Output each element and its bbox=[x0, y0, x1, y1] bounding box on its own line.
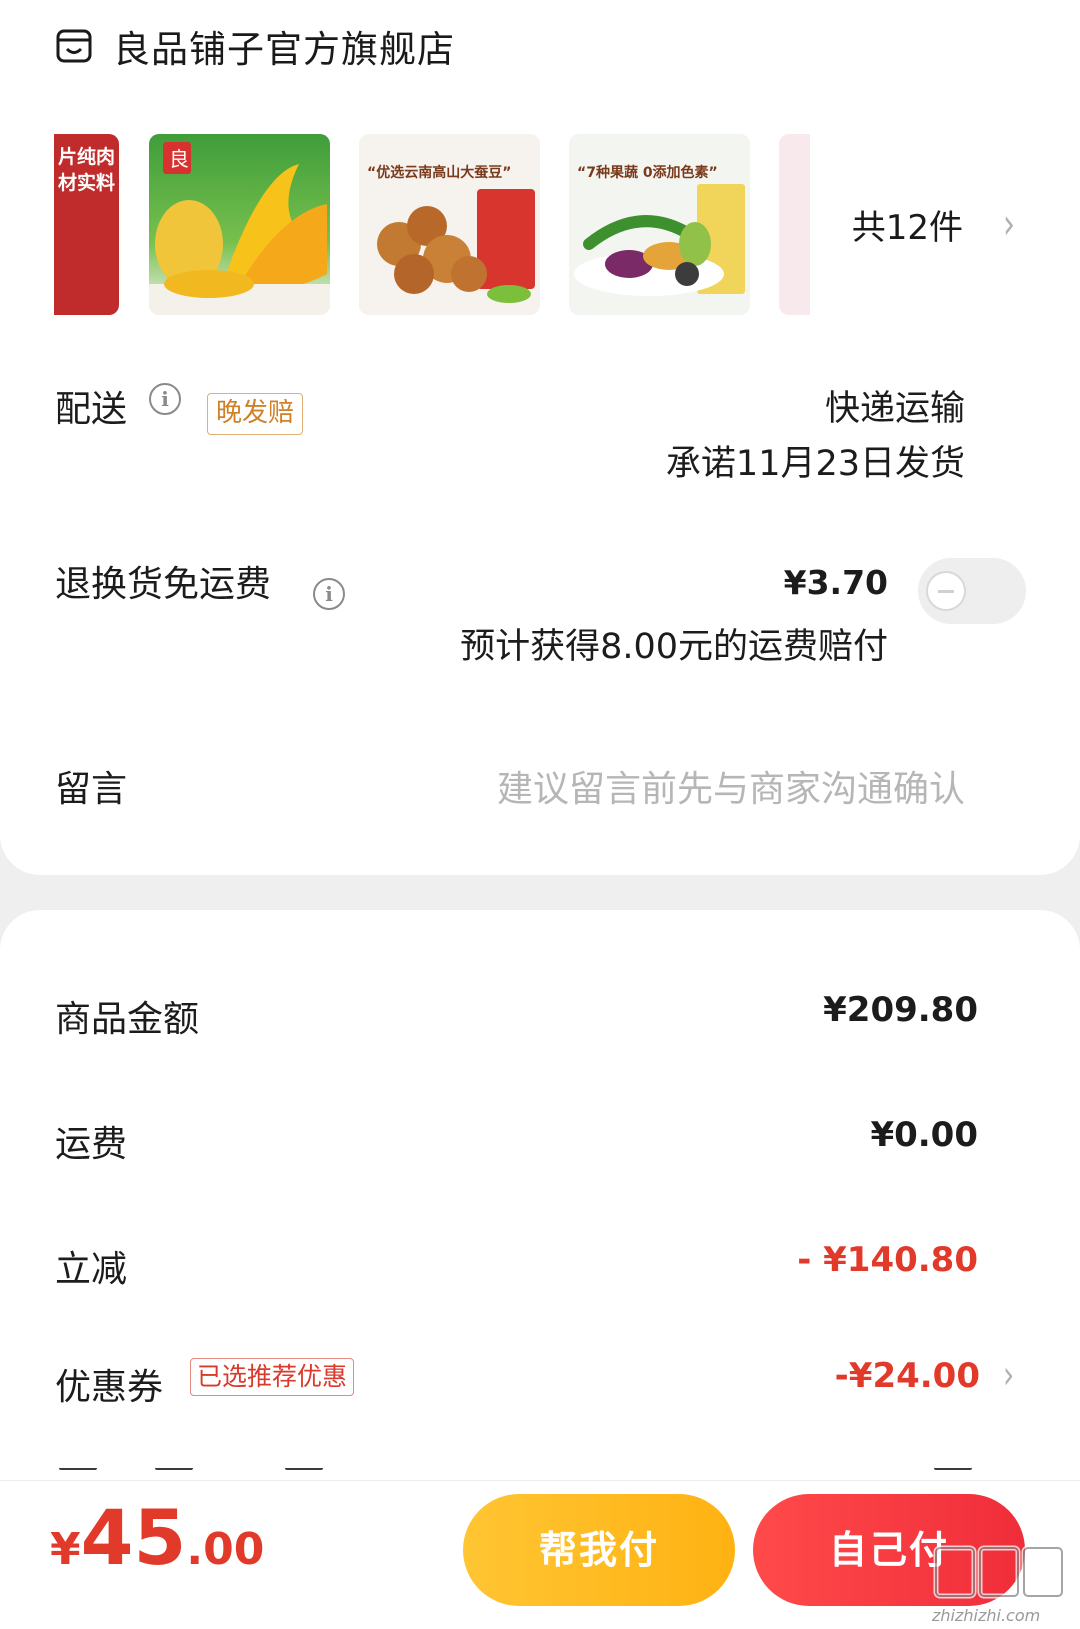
delivery-label: 配送 bbox=[55, 389, 128, 430]
instant-discount-label: 立减 bbox=[55, 1249, 128, 1290]
product-thumb[interactable]: 片纯肉 材实料 bbox=[54, 134, 119, 315]
message-label: 留言 bbox=[55, 769, 128, 810]
message-input[interactable]: 建议留言前先与商家沟通确认 bbox=[497, 760, 965, 812]
bottom-pay-bar: ¥45.00 帮我付 自己付 bbox=[0, 1480, 1080, 1629]
shop-name: 良品铺子官方旗舰店 bbox=[113, 28, 455, 71]
instant-discount-value: - ¥140.80 bbox=[797, 1240, 978, 1280]
veggie-chips-image bbox=[574, 184, 745, 296]
info-icon[interactable]: i bbox=[313, 578, 345, 610]
return-shipping-label: 退换货免运费 bbox=[55, 564, 272, 605]
checkout-page: 良品铺子官方旗舰店 片纯肉 材实料 良 “优选云南高山大蚕豆” “7种果蔬 0添… bbox=[0, 0, 1080, 1629]
total-decimal: .00 bbox=[186, 1524, 265, 1575]
product-thumb[interactable]: “优选云南高山大蚕豆” bbox=[359, 134, 540, 315]
chevron-right-icon[interactable]: › bbox=[1003, 1351, 1014, 1397]
info-icon[interactable]: i bbox=[149, 383, 181, 415]
total-price: ¥45.00 bbox=[50, 1493, 264, 1582]
mango-image: 良 bbox=[149, 142, 330, 315]
help-me-pay-button[interactable]: 帮我付 bbox=[463, 1494, 735, 1606]
toggle-knob bbox=[926, 571, 966, 611]
late-compensation-badge: 晚发赔 bbox=[207, 393, 304, 435]
product-thumb[interactable]: 良 bbox=[149, 134, 330, 315]
thumb-caption: 片纯肉 材实料 bbox=[57, 146, 115, 194]
item-count: 共12件 bbox=[851, 208, 963, 248]
shop-header[interactable]: 良品铺子官方旗舰店 bbox=[55, 18, 455, 74]
coupon-recommended-badge: 已选推荐优惠 bbox=[190, 1358, 355, 1396]
shop-icon bbox=[56, 29, 92, 63]
return-shipping-toggle[interactable] bbox=[918, 558, 1026, 624]
shipping-fee-value: ¥0.00 bbox=[870, 1115, 978, 1155]
chevron-right-icon: › bbox=[1003, 200, 1015, 249]
shipping-fee-label: 运费 bbox=[55, 1124, 128, 1165]
currency-symbol: ¥ bbox=[50, 1524, 81, 1575]
svg-text:良: 良 bbox=[169, 147, 189, 171]
total-integer: 45 bbox=[80, 1493, 187, 1582]
goods-amount-value: ¥209.80 bbox=[823, 990, 978, 1030]
item-count-link[interactable]: 共12件 › bbox=[852, 200, 1015, 249]
product-thumbnails[interactable]: 片纯肉 材实料 良 “优选云南高山大蚕豆” “7种果蔬 0添加色素” bbox=[54, 134, 810, 315]
order-card: 良品铺子官方旗舰店 片纯肉 材实料 良 “优选云南高山大蚕豆” “7种果蔬 0添… bbox=[0, 0, 1080, 875]
product-thumb[interactable] bbox=[779, 134, 810, 315]
return-shipping-price: ¥3.70 bbox=[783, 563, 888, 602]
return-shipping-note: 预计获得8.00元的运费赔付 bbox=[460, 627, 888, 667]
watermark-url: zhizhizhi.com bbox=[932, 1606, 1041, 1625]
coupon-label: 优惠券 bbox=[55, 1367, 164, 1408]
beans-image bbox=[377, 189, 535, 303]
product-thumb[interactable]: “7种果蔬 0添加色素” bbox=[569, 134, 750, 315]
coupon-value[interactable]: -¥24.00 bbox=[835, 1356, 980, 1396]
delivery-method[interactable]: 快递运输 bbox=[825, 380, 965, 431]
delivery-promise: 承诺11月23日发货 bbox=[665, 444, 965, 484]
goods-amount-label: 商品金额 bbox=[55, 999, 200, 1040]
